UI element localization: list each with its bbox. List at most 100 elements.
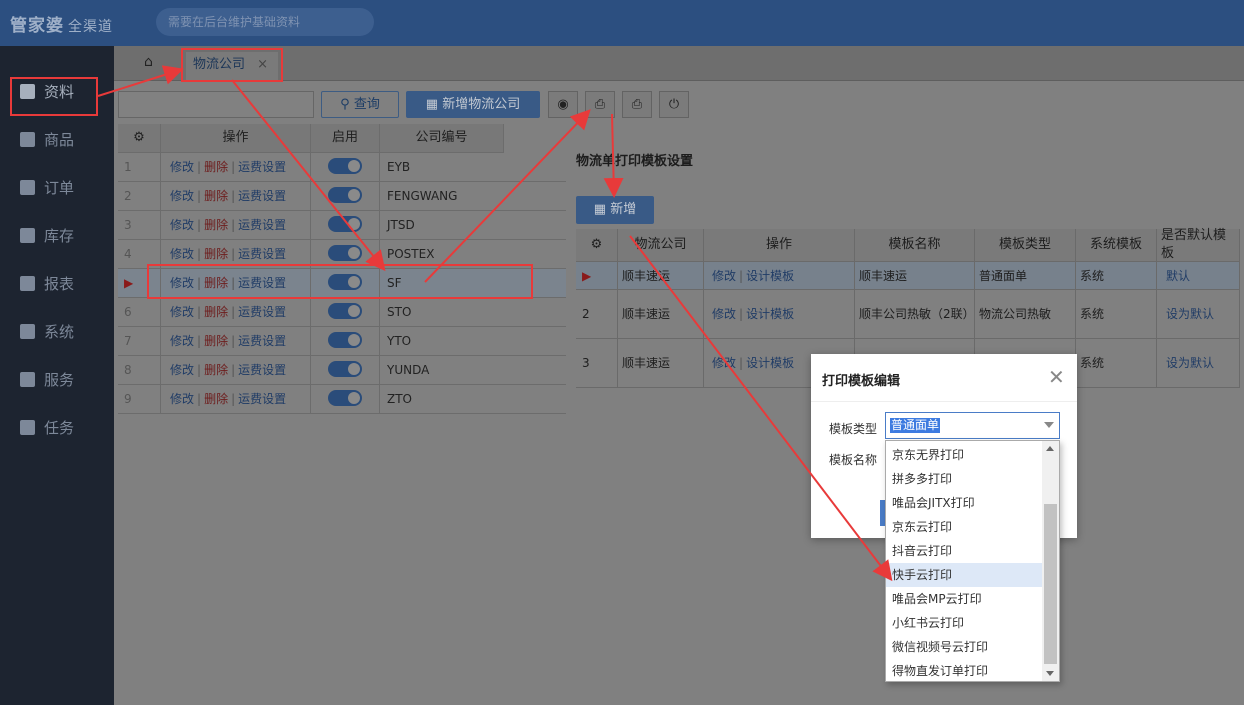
system-template-cell: 系统 [1076,339,1157,388]
set-default-link[interactable]: 设为默认 [1157,339,1240,388]
dropdown-option[interactable]: 微信视频号云打印 [886,635,1044,659]
row-actions: 修改 | 删除 | 运费设置 [161,211,311,240]
settings-icon[interactable]: ⚙ [576,229,618,262]
table-row[interactable]: 8 修改 | 删除 | 运费设置 YUNDA [118,356,578,385]
freight-settings-link[interactable]: 运费设置 [238,189,286,203]
row-actions: 修改 | 删除 | 运费设置 [161,153,311,182]
edit-link[interactable]: 修改 [170,160,194,174]
delete-link[interactable]: 删除 [204,160,228,174]
row-actions: 修改 | 删除 | 运费设置 [161,298,311,327]
design-template-link[interactable]: 设计模板 [746,267,794,285]
freight-settings-link[interactable]: 运费设置 [238,160,286,174]
sidebar-item-tasks[interactable]: 任务 [0,413,114,443]
delete-link[interactable]: 删除 [204,189,228,203]
settings-icon[interactable]: ⚙ [118,124,161,153]
table-row[interactable]: 7 修改 | 删除 | 运费设置 YTO [118,327,578,356]
row-actions: 修改 | 删除 | 运费设置 [161,385,311,414]
dropdown-option[interactable]: 京东无界打印 [886,443,1044,467]
sidebar-item-system[interactable]: 系统 [0,317,114,347]
sidebar-item-stock[interactable]: 库存 [0,221,114,251]
sidebar-item-orders[interactable]: 订单 [0,173,114,203]
enable-toggle[interactable] [328,303,362,319]
delete-link[interactable]: 删除 [204,218,228,232]
close-icon[interactable]: ✕ [1048,365,1065,389]
edit-link[interactable]: 修改 [170,218,194,232]
table-row[interactable]: 3 修改 | 删除 | 运费设置 JTSD [118,211,578,240]
enable-toggle[interactable] [328,216,362,232]
dropdown-option[interactable]: 抖音云打印 [886,539,1044,563]
print-template-icon[interactable]: ⎙ [585,91,615,118]
edit-link[interactable]: 修改 [712,354,736,372]
sidebar-item-service[interactable]: 服务 [0,365,114,395]
edit-link[interactable]: 修改 [712,267,736,285]
table-row[interactable]: ▶ 顺丰速运 修改 | 设计模板 顺丰速运 普通面单 系统 默认 [576,262,1240,290]
query-button[interactable]: ⚲ 查询 [321,91,399,118]
search-input[interactable] [118,91,314,118]
delete-link[interactable]: 删除 [204,305,228,319]
row-number: ▶ [576,262,618,290]
enable-toggle[interactable] [328,245,362,261]
freight-settings-link[interactable]: 运费设置 [238,363,286,377]
delete-link[interactable]: 删除 [204,363,228,377]
enable-toggle[interactable] [328,332,362,348]
edit-link[interactable]: 修改 [170,305,194,319]
edit-link[interactable]: 修改 [170,189,194,203]
dropdown-option[interactable]: 唯品会JITX打印 [886,491,1044,515]
operation-cell: 修改 | 设计模板 [704,262,855,290]
enable-toggle[interactable] [328,361,362,377]
row-actions: 修改 | 删除 | 运费设置 [161,327,311,356]
design-template-link[interactable]: 设计模板 [746,354,794,372]
freight-settings-link[interactable]: 运费设置 [238,247,286,261]
set-default-link[interactable]: 设为默认 [1157,290,1240,339]
list-icon [20,420,35,435]
table-row[interactable]: 6 修改 | 删除 | 运费设置 STO [118,298,578,327]
power-icon[interactable]: ⏻ [659,91,689,118]
home-icon[interactable]: ⌂ [144,54,160,70]
freight-settings-link[interactable]: 运费设置 [238,392,286,406]
edit-link[interactable]: 修改 [712,305,736,323]
edit-link[interactable]: 修改 [170,334,194,348]
eye-icon[interactable]: ◉ [548,91,578,118]
chevron-down-icon[interactable] [1044,422,1054,428]
sidebar-item-goods[interactable]: 商品 [0,125,114,155]
set-default-link[interactable]: 默认 [1157,262,1240,290]
dropdown-option[interactable]: 京东云打印 [886,515,1044,539]
table-row[interactable]: 9 修改 | 删除 | 运费设置 ZTO [118,385,578,414]
scroll-down-icon[interactable] [1046,671,1054,676]
sidebar-item-reports[interactable]: 报表 [0,269,114,299]
notice-bar: 需要在后台维护基础资料 [156,8,374,36]
dropdown-option[interactable]: 得物直发订单打印 [886,659,1044,681]
app-logo: 管家婆 全渠道 [10,16,113,36]
table-row[interactable]: 2 顺丰速运 修改 | 设计模板 顺丰公司热敏（2联） 物流公司热敏 系统 设为默认 [576,290,1240,339]
delete-link[interactable]: 删除 [204,392,228,406]
enable-toggle[interactable] [328,187,362,203]
edit-link[interactable]: 修改 [170,247,194,261]
enable-toggle[interactable] [328,158,362,174]
freight-settings-link[interactable]: 运费设置 [238,334,286,348]
freight-settings-link[interactable]: 运费设置 [238,218,286,232]
edit-link[interactable]: 修改 [170,363,194,377]
company-code: ZTO [380,385,578,414]
system-template-cell: 系统 [1076,262,1157,290]
dropdown-option[interactable]: 拼多多打印 [886,467,1044,491]
delete-link[interactable]: 删除 [204,334,228,348]
dropdown-option[interactable]: 快手云打印 [886,563,1044,587]
design-template-link[interactable]: 设计模板 [746,305,794,323]
table-row[interactable]: 2 修改 | 删除 | 运费设置 FENGWANG [118,182,578,211]
table-row[interactable]: 1 修改 | 删除 | 运费设置 EYB [118,153,578,182]
row-number: 1 [118,153,161,182]
add-logistics-button[interactable]: ▦ 新增物流公司 [406,91,540,118]
enable-toggle[interactable] [328,390,362,406]
printer-icon[interactable]: ⎙ [622,91,652,118]
chart-icon [20,276,35,291]
dropdown-option[interactable]: 唯品会MP云打印 [886,587,1044,611]
company-cell: 顺丰速运 [618,339,704,388]
scroll-up-icon[interactable] [1046,446,1054,451]
dropdown-option[interactable]: 小红书云打印 [886,611,1044,635]
header-system-template: 系统模板 [1076,229,1157,262]
scrollbar-thumb[interactable] [1044,504,1057,664]
freight-settings-link[interactable]: 运费设置 [238,305,286,319]
edit-link[interactable]: 修改 [170,392,194,406]
new-template-button[interactable]: ▦ 新增 [576,196,654,224]
delete-link[interactable]: 删除 [204,247,228,261]
